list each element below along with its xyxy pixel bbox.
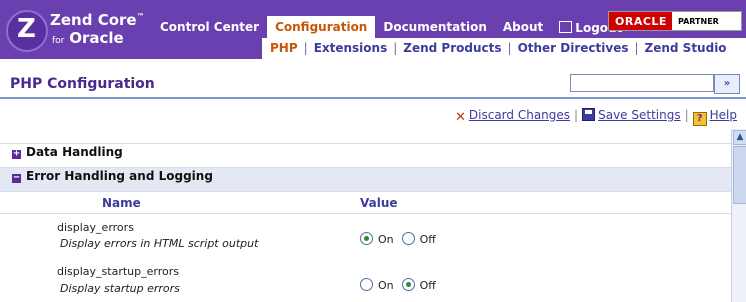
tab-documentation[interactable]: Documentation [375,16,495,38]
subnav-separator: | [634,41,639,55]
subtab-extensions[interactable]: Extensions [314,41,388,55]
save-icon [582,108,596,121]
radio-on-label: On [378,279,394,292]
directive-description: Display startup errors [60,282,180,295]
radio-on[interactable] [360,278,373,291]
search-button[interactable]: » [714,74,740,94]
row-divider [0,213,731,214]
radio-off-label: Off [419,279,436,292]
display-errors-radio-group: On Off [360,232,444,246]
radio-off-label: Off [419,233,436,246]
row-divider [0,167,731,168]
section-error-handling[interactable]: − Error Handling and Logging [12,169,722,191]
row-divider [0,143,731,144]
help-link[interactable]: Help [710,108,737,122]
sub-navigation: PHP | Extensions | Zend Products | Other Direc… [262,38,746,59]
scroll-thumb[interactable] [733,146,746,204]
section-label: Error Handling and Logging [26,169,213,183]
section-data-handling[interactable]: + Data Handling [12,145,722,167]
collapse-icon[interactable]: − [12,173,21,183]
oracle-word: ORACLE [609,12,672,30]
help-icon: ? [692,112,707,126]
tab-about[interactable]: About [495,16,551,38]
display-startup-errors-radio-group: On Off [360,278,444,292]
subtab-php[interactable]: PHP [270,41,298,55]
column-header-name: Name [102,196,141,210]
subtab-zend-studio[interactable]: Zend Studio [645,41,727,55]
tab-control-center[interactable]: Control Center [152,16,267,38]
page-title: PHP Configuration [10,76,155,92]
subtab-other-directives[interactable]: Other Directives [518,41,629,55]
radio-on[interactable] [360,232,373,245]
zend-core-logo[interactable]: Z Zend Core™ for Oracle [6,6,146,52]
app-header: Z Zend Core™ for Oracle Control Center C… [0,0,746,59]
directives-panel: + Data Handling − Error Handling and Loggi… [0,131,731,302]
logout-icon [559,21,573,33]
action-separator: | [684,108,689,122]
expand-icon[interactable]: + [12,149,21,159]
logo-for: for [52,36,65,46]
directive-description: Display errors in HTML script output [60,237,259,250]
action-separator: | [574,108,579,122]
partner-word: PARTNER [677,17,719,26]
directive-name: display_errors [57,221,134,234]
column-header-value: Value [360,196,398,210]
search-input[interactable] [570,74,714,92]
action-bar: ✕ Discard Changes | Save Settings |? Help [455,108,737,126]
tab-configuration[interactable]: Configuration [267,16,376,38]
logo-brand: Zend Core [50,11,137,29]
discard-icon: ✕ [455,110,466,125]
title-divider [0,97,746,99]
radio-on-label: On [378,233,394,246]
logo-product: Oracle [69,29,124,47]
zend-logo-icon: Z [6,10,48,52]
section-label: Data Handling [26,145,123,159]
directive-name: display_startup_errors [57,265,179,278]
save-settings-link[interactable]: Save Settings [598,108,681,122]
radio-off[interactable] [401,232,415,245]
scroll-up-arrow-icon[interactable]: ▲ [733,130,746,145]
oracle-partner-badge: ORACLE PARTNER [608,11,742,31]
logo-tm: ™ [136,12,145,21]
subnav-separator: | [303,41,308,55]
vertical-scrollbar[interactable]: ▲ [731,129,746,302]
subtab-zend-products[interactable]: Zend Products [403,41,501,55]
discard-changes-link[interactable]: Discard Changes [469,108,570,122]
top-navigation: Control Center Configuration Documentati… [152,16,630,38]
radio-off[interactable] [401,278,415,291]
subnav-separator: | [393,41,398,55]
row-divider [0,191,731,192]
subnav-separator: | [507,41,512,55]
